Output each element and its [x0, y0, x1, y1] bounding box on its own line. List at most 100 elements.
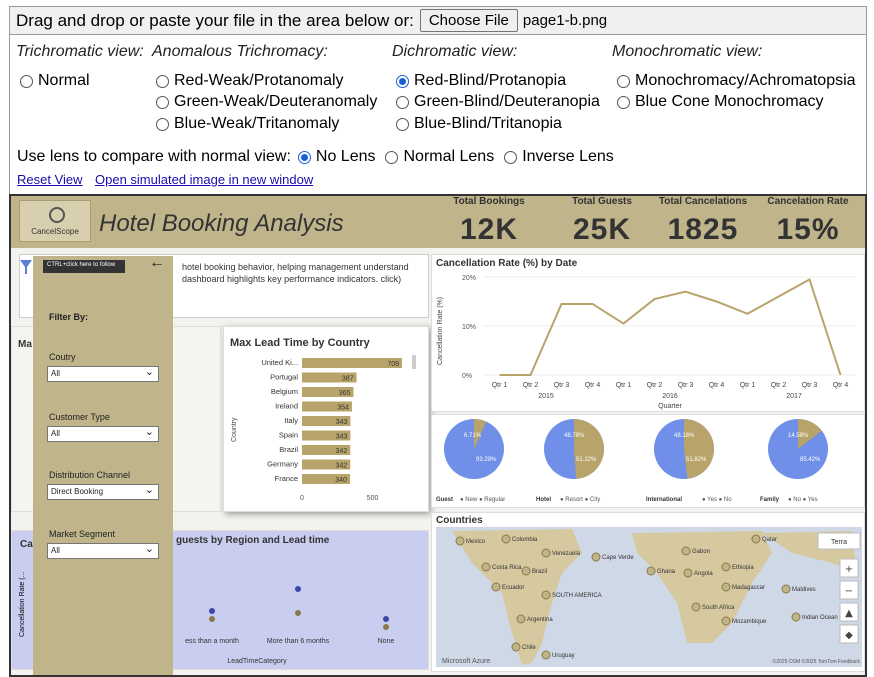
- pie-legend-group: Hotel: [536, 497, 551, 503]
- map-country-label: Mexico: [466, 539, 486, 545]
- radio-circle[interactable]: [617, 74, 630, 88]
- x-tick-label: Qtr 3: [802, 382, 818, 389]
- radio-normal-lens[interactable]: [385, 150, 399, 164]
- radio-tritanomaly[interactable]: Blue-Weak/Tritanomaly: [156, 115, 339, 133]
- x-tick-label: More than 6 months: [267, 638, 330, 645]
- map-bubble: [516, 614, 526, 624]
- bar-category-label: Brazil: [279, 445, 298, 454]
- filter-pane: ← Filter By: Coutry All Customer Type Al…: [33, 254, 173, 675]
- bar-value-label: 342: [336, 448, 348, 455]
- kpi-cancelation-rate: Cancelation Rate 15%: [767, 196, 849, 246]
- bar-value-label: 343: [336, 419, 348, 426]
- x-tick-label: 0: [300, 495, 304, 502]
- filter-country-label: Coutry: [49, 352, 76, 362]
- pie-row: 6.71% 93.29% Guest ● New ● Regular 48.78% 51.…: [431, 414, 865, 508]
- cancel-rate-chart: 20% 10% 0% Qtr 1 Qtr 2 Qtr 3 Qtr 4 Qtr 1 Qtr 2 Qt…: [437, 275, 856, 410]
- country-map[interactable]: Mexico ColombiaVenezuelaCape VerdeGabonCo…: [432, 513, 866, 673]
- bar-category-label: France: [275, 474, 298, 483]
- bar-category-label: United Ki...: [261, 358, 298, 367]
- map-country-label: Argentina: [527, 617, 553, 623]
- trichromatic-heading: Trichromatic view:: [16, 43, 144, 60]
- bar-value-label: 340: [335, 477, 347, 484]
- map-bubble: [791, 612, 801, 622]
- choose-file-button[interactable]: Choose File: [419, 9, 518, 32]
- back-arrow-icon[interactable]: ←: [149, 254, 165, 272]
- radio-circle[interactable]: [617, 95, 630, 109]
- bar-value-label: 342: [336, 463, 348, 470]
- logo: CancelScope: [19, 200, 91, 242]
- radio-tritanopia[interactable]: Blue-Blind/Tritanopia: [396, 115, 562, 133]
- map-bubble: [491, 582, 501, 592]
- bar-category-label: Belgium: [271, 387, 298, 396]
- map-bubble: [541, 590, 551, 600]
- y-tick-label: 10%: [462, 324, 476, 331]
- map-bubble: [721, 582, 731, 592]
- map-country-label: Madagascar: [732, 585, 765, 591]
- radio-protanopia[interactable]: Red-Blind/Protanopia: [396, 72, 566, 90]
- radio-circle[interactable]: [396, 117, 409, 131]
- radio-inverse-lens[interactable]: [504, 150, 518, 164]
- radio-deuteranomaly[interactable]: Green-Weak/Deuteranomaly: [156, 93, 377, 111]
- filter-channel-dropdown[interactable]: Direct Booking: [47, 483, 159, 500]
- radio-circle[interactable]: [156, 95, 169, 109]
- bar-category-label: Ireland: [275, 402, 298, 411]
- radio-normal[interactable]: Normal: [20, 72, 90, 90]
- map-bubble: [721, 616, 731, 626]
- drag-drop-text: Drag and drop or paste your file in the …: [16, 10, 414, 30]
- x-tick-label: Qtr 2: [647, 382, 663, 389]
- radio-blue-cone[interactable]: Blue Cone Monochromacy: [617, 93, 824, 111]
- x-tick-label: 500: [367, 495, 379, 502]
- radio-achromatopsia[interactable]: Monochromacy/Achromatopsia: [617, 72, 856, 90]
- map-country-label: Venezuela: [552, 551, 581, 557]
- x-tick-label: Qtr 4: [833, 382, 849, 389]
- kpi-total-guests: Total Guests 25K: [572, 196, 632, 246]
- year-label: 2015: [538, 393, 554, 400]
- radio-protanomaly[interactable]: Red-Weak/Protanomaly: [156, 72, 344, 90]
- x-tick-label: Qtr 1: [492, 382, 508, 389]
- filter-customer-type-dropdown[interactable]: All: [47, 425, 159, 442]
- reset-view-link[interactable]: Reset View: [17, 172, 83, 187]
- radio-no-lens[interactable]: [297, 150, 311, 164]
- pie-slice: [684, 419, 715, 479]
- map-bubble: [683, 568, 693, 578]
- pie-legend-items: ● Yes ● No: [702, 497, 732, 503]
- logo-icon: [49, 207, 65, 223]
- radio-circle[interactable]: [156, 74, 169, 88]
- lens-row: Use lens to compare with normal view: No…: [17, 148, 614, 165]
- map-bubble: [691, 602, 701, 612]
- x-tick-label: Qtr 2: [523, 382, 539, 389]
- radio-deuteranopia[interactable]: Green-Blind/Deuteranopia: [396, 93, 600, 111]
- scatter-point: [209, 616, 215, 622]
- pie-legend-items: ● No ● Yes: [788, 497, 818, 503]
- filter-heading: Filter By:: [49, 312, 89, 322]
- open-new-window-link[interactable]: Open simulated image in new window: [95, 172, 313, 187]
- follow-link-tooltip: CTRL+click here to follow: [43, 260, 125, 273]
- map-brand: Microsoft Azure: [442, 658, 490, 665]
- map-bubble: [646, 566, 656, 576]
- map-style-label: Terra: [831, 539, 847, 546]
- x-tick-label: Qtr 4: [709, 382, 725, 389]
- cancel-rate-card: Cancellation Rate (%) by Date 20% 10% 0% Qt…: [431, 254, 865, 412]
- radio-circle[interactable]: [396, 95, 409, 109]
- filter-segment-dropdown[interactable]: All: [47, 542, 159, 559]
- radio-circle[interactable]: [156, 117, 169, 131]
- scatter-point: [209, 608, 215, 614]
- filter-icon[interactable]: [19, 256, 33, 276]
- filter-country-dropdown[interactable]: All: [47, 365, 159, 382]
- x-tick-label: Qtr 1: [740, 382, 756, 389]
- map-footer: ©2025 OSM ©2025 TomTom Feedback: [773, 658, 861, 665]
- map-country-label: Cape Verde: [602, 555, 634, 561]
- map-country-label: Colombia: [512, 537, 538, 543]
- year-label: 2017: [786, 393, 802, 400]
- map-bubble: [511, 642, 521, 652]
- map-country-label: Ecuador: [502, 585, 524, 591]
- lead-time-card: Max Lead Time by Country United Ki... 709…: [223, 326, 429, 512]
- radio-circle-selected[interactable]: [396, 74, 409, 88]
- guests-card: guests by Region and Lead time ess than …: [171, 530, 429, 670]
- radio-circle[interactable]: [20, 74, 33, 88]
- x-tick-label: Qtr 3: [554, 382, 570, 389]
- map-bubble: [721, 562, 731, 572]
- map-bubble: [501, 534, 511, 544]
- map-country-label: SOUTH AMERICA: [552, 593, 602, 599]
- lead-time-chart: United Ki... 709 Portugal 387 Belgium 365 Irel…: [231, 355, 416, 502]
